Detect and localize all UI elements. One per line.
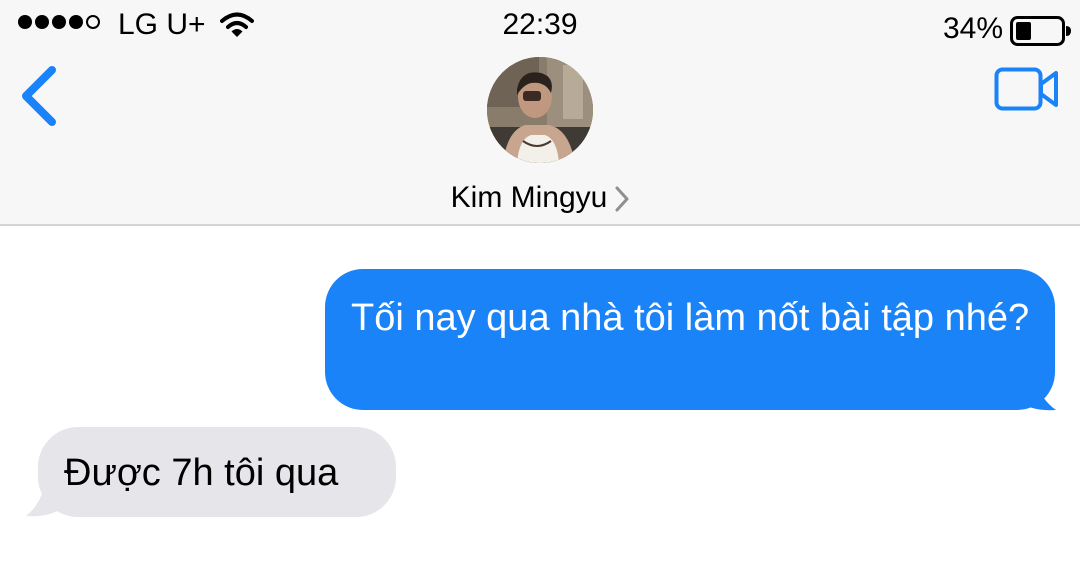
chevron-right-icon [615, 186, 629, 212]
outgoing-message-bubble[interactable]: Tối nay qua nhà tôi làm nốt bài tập nhé? [325, 269, 1055, 410]
contact-name: Kim Mingyu [450, 181, 608, 214]
contact-name-button[interactable]: Kim Mingyu [0, 181, 1080, 215]
conversation-header: LG U+ 22:39 34% Kim Mingyu [0, 0, 1080, 226]
battery-icon [1010, 16, 1071, 46]
incoming-message-bubble[interactable]: Được 7h tôi qua [38, 427, 396, 517]
incoming-bubble-tail [26, 474, 68, 517]
battery-percentage: 34% [943, 12, 1004, 45]
status-time: 22:39 [502, 8, 578, 41]
video-call-button[interactable] [994, 67, 1060, 111]
back-button[interactable] [16, 64, 60, 128]
outgoing-bubble-tail [1010, 366, 1056, 411]
avatar-photo [487, 57, 593, 163]
contact-avatar[interactable] [487, 57, 593, 163]
